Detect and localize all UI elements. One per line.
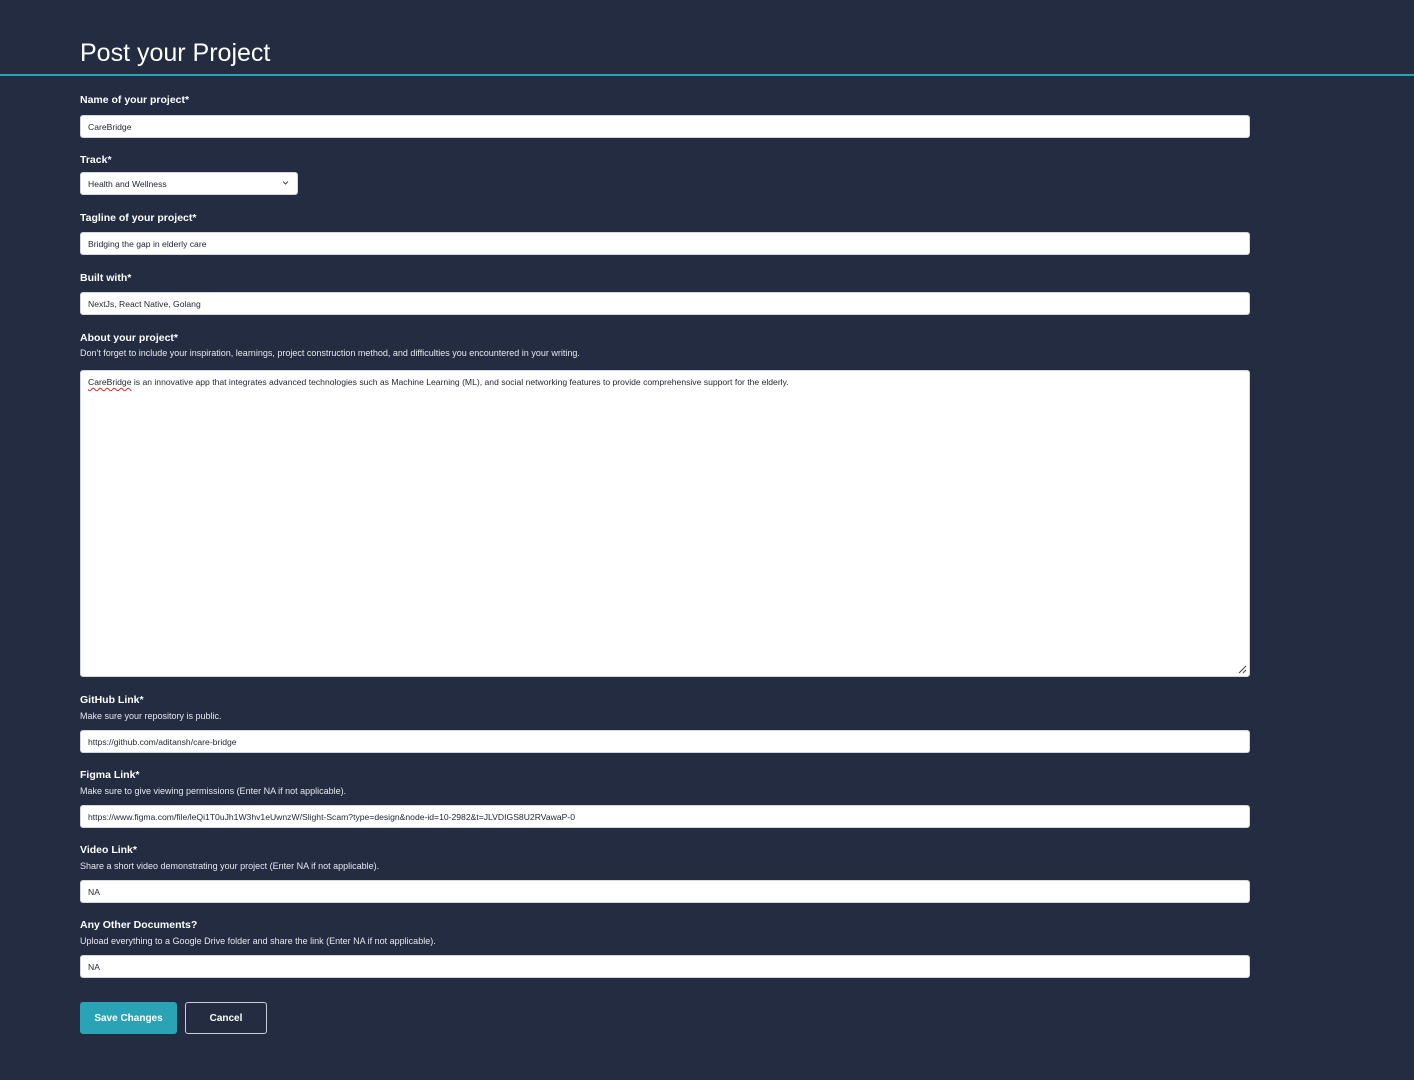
track-selected-value: Health and Wellness xyxy=(88,179,167,189)
figma-hint: Make sure to give viewing permissions (E… xyxy=(80,786,347,796)
video-label: Video Link* xyxy=(80,844,137,856)
about-hint: Don't forget to include your inspiration… xyxy=(80,348,580,358)
about-text-misspelled-word: CareBridge xyxy=(88,377,132,387)
documents-label: Any Other Documents? xyxy=(80,919,198,931)
chevron-down-icon xyxy=(282,181,289,185)
documents-input[interactable] xyxy=(80,955,1250,978)
page-header: Post your Project xyxy=(0,0,1414,76)
track-label: Track* xyxy=(80,154,112,166)
figma-label: Figma Link* xyxy=(80,769,140,781)
tagline-input[interactable] xyxy=(80,232,1250,255)
about-textarea[interactable]: CareBridge is an innovative app that int… xyxy=(80,370,1250,677)
cancel-button[interactable]: Cancel xyxy=(185,1002,267,1034)
project-name-input[interactable] xyxy=(80,115,1250,138)
github-input[interactable] xyxy=(80,730,1250,753)
project-name-label: Name of your project* xyxy=(80,94,190,106)
tagline-label: Tagline of your project* xyxy=(80,212,197,224)
documents-hint: Upload everything to a Google Drive fold… xyxy=(80,936,436,946)
github-hint: Make sure your repository is public. xyxy=(80,711,222,721)
about-text: CareBridge is an innovative app that int… xyxy=(88,376,789,388)
page-title: Post your Project xyxy=(80,39,271,67)
video-hint: Share a short video demonstrating your p… xyxy=(80,861,380,871)
built-with-input[interactable] xyxy=(80,292,1250,315)
about-label: About your project* xyxy=(80,332,179,344)
video-input[interactable] xyxy=(80,880,1250,903)
figma-input[interactable] xyxy=(80,805,1250,828)
about-text-rest: is an innovative app that integrates adv… xyxy=(131,377,789,387)
save-changes-button[interactable]: Save Changes xyxy=(80,1002,177,1034)
built-with-label: Built with* xyxy=(80,272,132,284)
github-label: GitHub Link* xyxy=(80,694,144,706)
track-select[interactable]: Health and Wellness xyxy=(80,172,298,195)
resize-handle-icon[interactable] xyxy=(1237,664,1247,674)
